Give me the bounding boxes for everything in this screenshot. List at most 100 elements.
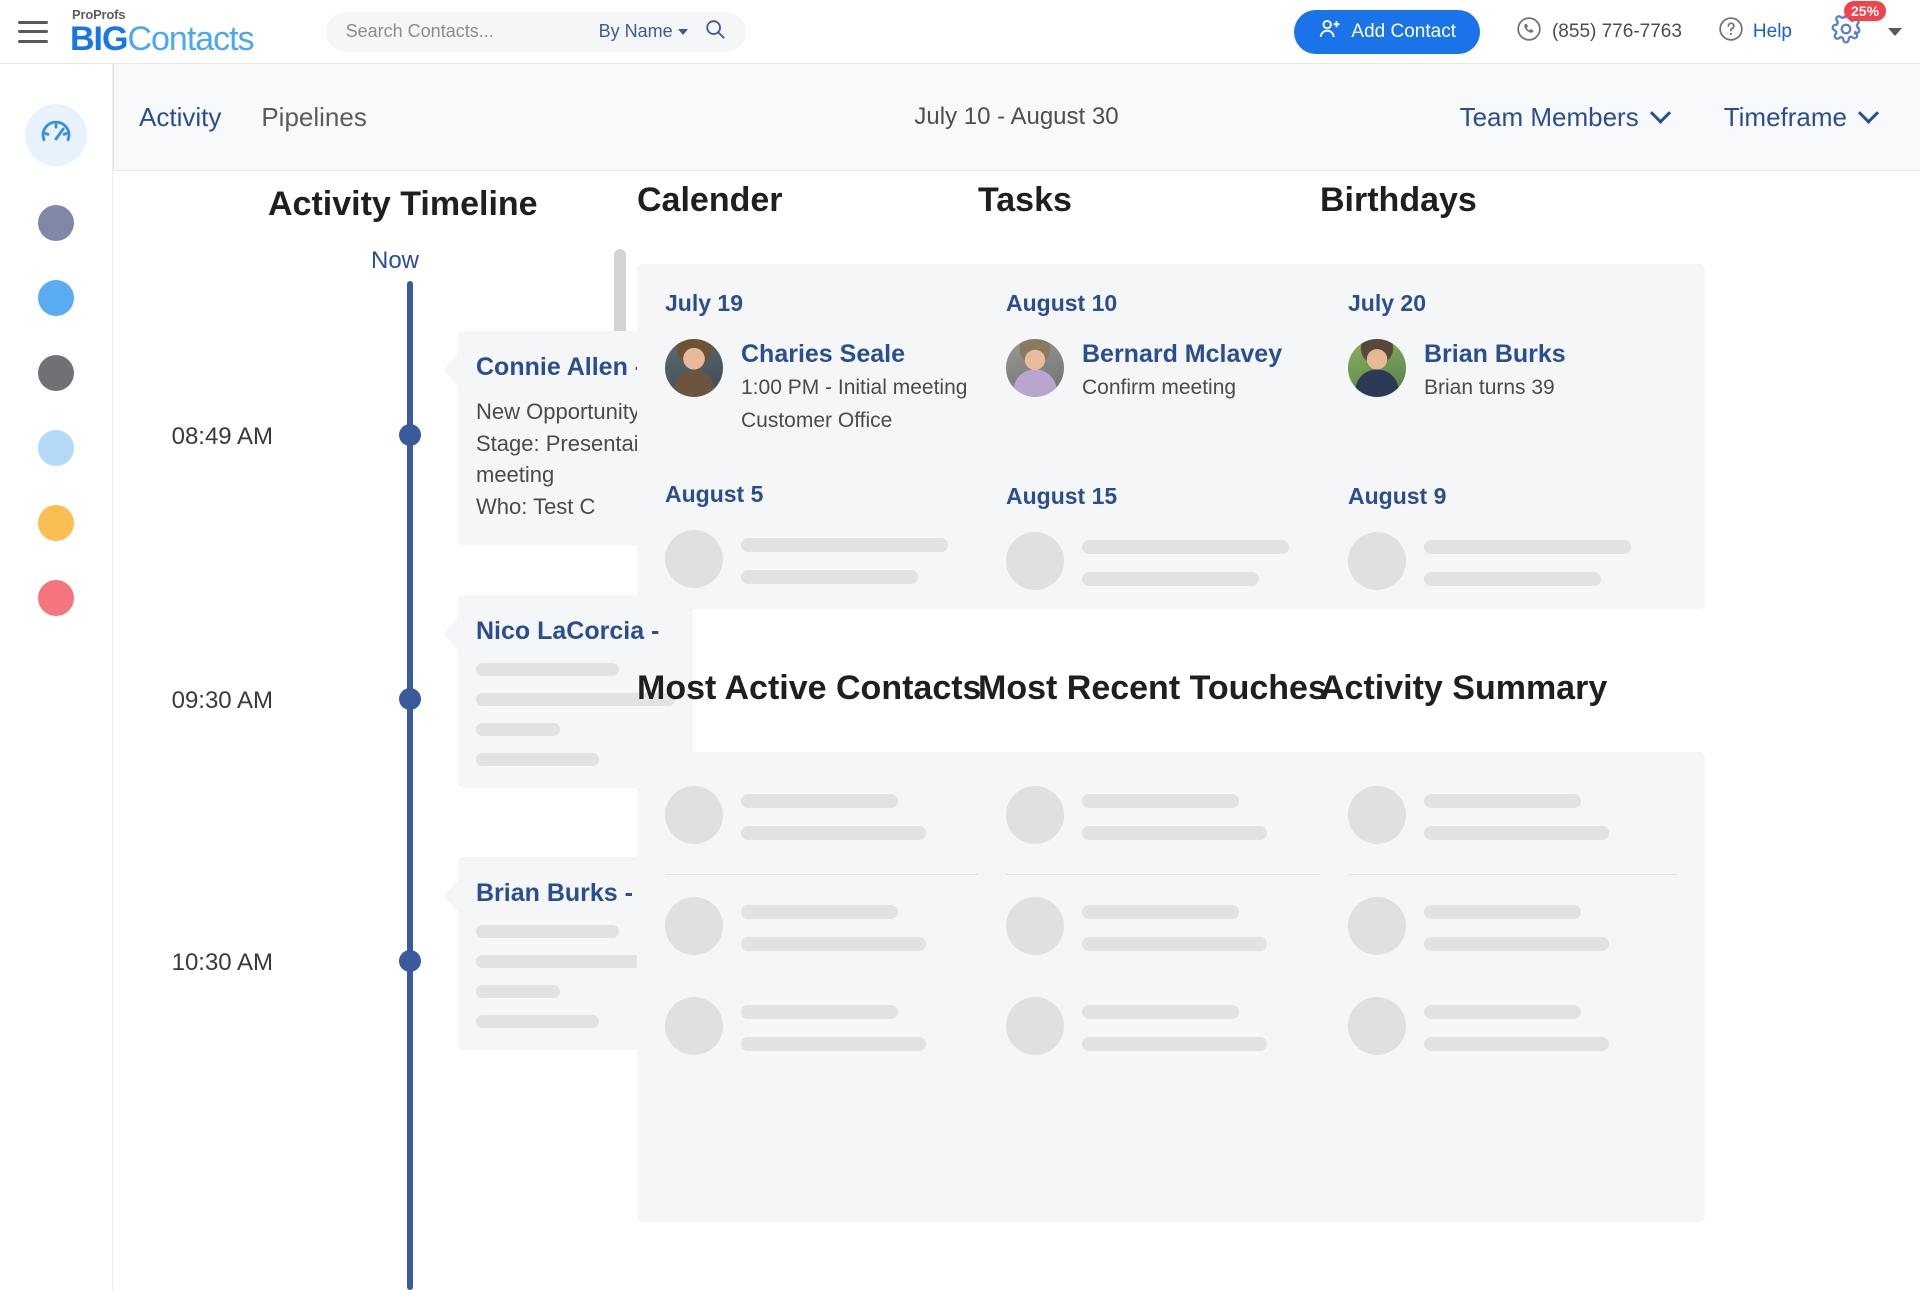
placeholder-lines <box>1082 532 1335 586</box>
birthday-entry-name[interactable]: Brian Burks <box>1424 339 1677 370</box>
placeholder-bar <box>1082 826 1267 840</box>
placeholder-avatar <box>1348 897 1406 955</box>
team-members-dropdown[interactable]: Team Members <box>1460 102 1671 133</box>
task-entry-date: August 10 <box>1006 290 1118 316</box>
placeholder-bar <box>1082 794 1239 808</box>
placeholder-bar <box>1082 937 1267 951</box>
placeholder-bar <box>476 723 560 736</box>
placeholder-avatar <box>665 529 723 588</box>
placeholder-bar <box>1082 1005 1239 1019</box>
help-link[interactable]: Help <box>1718 16 1792 48</box>
tasks-title: Tasks <box>978 181 1072 219</box>
most-active-contacts-panel <box>637 752 1022 1222</box>
sidebar-item-dashboard[interactable] <box>25 104 87 166</box>
timeframe-dropdown[interactable]: Timeframe <box>1723 101 1880 133</box>
placeholder-bar <box>476 753 600 766</box>
search-scope-dropdown[interactable]: By Name <box>599 21 688 42</box>
placeholder-avatar <box>665 997 723 1055</box>
phone-icon <box>1516 16 1542 48</box>
account-menu-chevron-icon[interactable] <box>1888 27 1902 36</box>
birthday-entry-detail: Brian turns 39 <box>1424 376 1555 400</box>
support-phone[interactable]: (855) 776-7763 <box>1516 16 1682 48</box>
placeholder-bar <box>1424 937 1609 951</box>
timeline-event-node[interactable] <box>399 688 421 710</box>
timeline-event-node[interactable] <box>399 950 421 972</box>
chevron-down-icon <box>1649 102 1671 124</box>
sidebar-item-3[interactable] <box>38 355 74 391</box>
calendar-entry-date: July 19 <box>665 290 743 316</box>
placeholder-row <box>665 897 994 955</box>
placeholder-bar <box>1424 905 1581 919</box>
birthday-entry[interactable]: Brian Burks Brian turns 39 <box>1348 339 1677 403</box>
tasks-column: Tasks August 10 Bernard Mclavey Confirm … <box>978 171 1363 1222</box>
placeholder-avatar <box>1006 786 1064 844</box>
timeline-event-node[interactable] <box>399 424 421 446</box>
placeholder-avatar <box>665 897 723 955</box>
placeholder-lines <box>741 530 994 584</box>
placeholder-row <box>1348 897 1677 955</box>
sidebar-item-1[interactable] <box>38 205 74 241</box>
birthday-entry-date: August 9 <box>1348 482 1447 509</box>
sidebar-item-5[interactable] <box>38 505 74 541</box>
timeframe-label: Timeframe <box>1723 101 1847 132</box>
search-scope-label: By Name <box>598 21 673 41</box>
calendar-column: Calender July 19 Charies Seale 1:00 PM -… <box>637 171 1022 1222</box>
placeholder-lines <box>741 997 994 1051</box>
timeline-event-time: 10:30 AM <box>171 949 273 976</box>
placeholder-lines <box>1424 997 1677 1051</box>
task-entry[interactable]: Bernard Mclavey Confirm meeting <box>1006 339 1335 403</box>
birthdays-column: Birthdays July 20 Brian Burks Brian turn… <box>1320 171 1705 1222</box>
avatar <box>1348 339 1406 397</box>
activity-timeline-title: Activity Timeline <box>268 185 538 223</box>
search-input[interactable] <box>345 21 599 42</box>
placeholder-row <box>1348 786 1677 844</box>
placeholder-avatar <box>1348 531 1406 590</box>
calendar-entry-body: Charies Seale 1:00 PM - Initial meeting … <box>741 339 994 435</box>
placeholder-avatar <box>665 786 723 844</box>
calendar-entry[interactable]: Charies Seale 1:00 PM - Initial meeting … <box>665 339 994 435</box>
activity-summary-title: Activity Summary <box>1320 669 1608 707</box>
speedometer-icon <box>38 115 74 156</box>
placeholder-row <box>1006 897 1335 955</box>
add-user-icon <box>1318 17 1342 47</box>
placeholder-avatar <box>1006 897 1064 955</box>
calendar-title: Calender <box>637 181 783 219</box>
most-recent-touches-title: Most Recent Touches <box>978 669 1327 707</box>
search-icon[interactable] <box>704 18 726 45</box>
placeholder-row <box>665 997 994 1055</box>
calendar-entry-name[interactable]: Charies Seale <box>741 339 994 370</box>
help-label: Help <box>1752 20 1792 42</box>
birthdays-panel: July 20 Brian Burks Brian turns 39 Augus… <box>1320 264 1705 609</box>
menu-hamburger-icon[interactable] <box>18 20 48 43</box>
placeholder-bar <box>1424 794 1581 808</box>
date-range-label: July 10 - August 30 <box>914 103 1119 130</box>
task-entry-placeholder <box>1006 531 1335 590</box>
sidebar-item-6[interactable] <box>38 580 74 616</box>
task-entry-date: August 15 <box>1006 482 1118 509</box>
most-active-contacts-title: Most Active Contacts <box>637 669 982 707</box>
placeholder-avatar <box>1348 997 1406 1055</box>
placeholder-bar <box>1424 1005 1581 1019</box>
brand-logo[interactable]: ProProfs BIGContacts <box>70 8 255 56</box>
avatar <box>1006 339 1064 397</box>
activity-summary-panel <box>1320 752 1705 1222</box>
settings-menu[interactable]: 25% <box>1830 1 1887 50</box>
sidebar-item-2[interactable] <box>38 280 74 316</box>
add-contact-button[interactable]: Add Contact <box>1294 9 1480 54</box>
placeholder-bar <box>741 826 926 840</box>
sidebar-item-4[interactable] <box>38 430 74 466</box>
calendar-entry-placeholder <box>665 529 994 588</box>
question-mark-icon <box>1718 16 1744 48</box>
tab-pipelines[interactable]: Pipelines <box>261 102 367 133</box>
task-entry-name[interactable]: Bernard Mclavey <box>1082 339 1335 370</box>
birthday-entry-placeholder <box>1348 531 1677 590</box>
left-rail <box>0 64 113 1290</box>
calendar-entry-detail: 1:00 PM - Initial meeting <box>741 376 968 400</box>
placeholder-lines <box>1082 897 1335 951</box>
placeholder-bar <box>476 985 560 998</box>
row-divider <box>1006 874 1335 875</box>
hamburger-line <box>18 39 48 43</box>
search-bar[interactable]: By Name <box>325 11 746 52</box>
activity-timeline-column: Activity Timeline Now 08:49 AM Connie Al… <box>127 171 693 1290</box>
tab-activity[interactable]: Activity <box>139 102 221 133</box>
